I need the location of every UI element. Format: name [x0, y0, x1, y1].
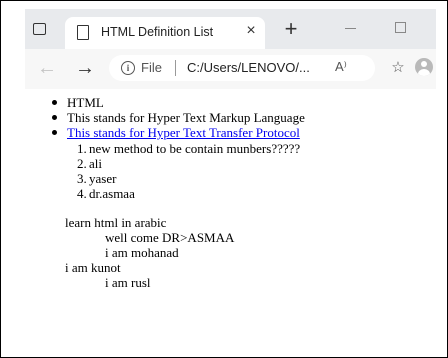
- avatar-body: [418, 69, 430, 76]
- bullet-icon: [52, 115, 57, 120]
- list-item: HTML: [25, 95, 305, 110]
- file-label: File: [141, 60, 162, 75]
- list-item: This stands for Hyper Text Transfer Prot…: [25, 125, 305, 140]
- numbered-list: 1. new method to be contain munbers?????…: [25, 141, 300, 201]
- new-tab-icon[interactable]: +: [281, 18, 301, 40]
- page-icon: [77, 25, 89, 40]
- page-content: HTML This stands for Hyper Text Markup L…: [25, 89, 436, 349]
- list-item-text: dr.asmaa: [89, 186, 135, 201]
- back-arrow-icon[interactable]: ←: [37, 58, 57, 78]
- info-icon[interactable]: i: [121, 61, 135, 75]
- list-item-text: HTML: [67, 95, 104, 110]
- tab-actions-icon[interactable]: [33, 23, 46, 35]
- read-aloud-icon[interactable]: A⁾: [335, 59, 347, 75]
- definition-term: learn html in arabic: [65, 215, 167, 230]
- address-separator: [175, 60, 176, 76]
- list-number: 4.: [77, 186, 87, 201]
- bullet-icon: [52, 130, 57, 135]
- list-item: 1. new method to be contain munbers?????: [25, 141, 300, 156]
- url-text[interactable]: C:/Users/LENOVO/...: [187, 60, 310, 75]
- avatar-head: [421, 61, 427, 67]
- definition-list: learn html in arabic well come DR>ASMAA …: [25, 215, 234, 290]
- close-tab-icon[interactable]: ×: [243, 22, 259, 40]
- list-item: This stands for Hyper Text Markup Langua…: [25, 110, 305, 125]
- definition-term: i am kunot: [65, 260, 121, 275]
- bulleted-list: HTML This stands for Hyper Text Markup L…: [25, 95, 305, 140]
- list-item: 2. ali: [25, 156, 300, 171]
- list-item: 4. dr.asmaa: [25, 186, 300, 201]
- definition-description: i am mohanad: [105, 245, 179, 260]
- tab-title: HTML Definition List: [101, 25, 214, 39]
- address-bar[interactable]: i File C:/Users/LENOVO/... A⁾: [109, 55, 375, 81]
- screenshot-frame: HTML Definition List × + ← → i File C:/U…: [0, 0, 448, 358]
- definition-description: well come DR>ASMAA: [105, 230, 235, 245]
- list-item-text: yaser: [89, 171, 117, 186]
- maximize-icon[interactable]: [395, 22, 406, 33]
- list-item-text: ali: [89, 156, 102, 171]
- list-item-text: new method to be contain munbers?????: [89, 141, 301, 156]
- minimize-icon[interactable]: [345, 28, 356, 29]
- http-link[interactable]: This stands for Hyper Text Transfer Prot…: [67, 125, 300, 140]
- profile-avatar-icon[interactable]: [415, 58, 433, 76]
- list-item-text: This stands for Hyper Text Markup Langua…: [67, 110, 305, 125]
- browser-window: HTML Definition List × + ← → i File C:/U…: [25, 9, 436, 90]
- list-number: 1.: [77, 141, 87, 156]
- list-number: 2.: [77, 156, 87, 171]
- list-number: 3.: [77, 171, 87, 186]
- list-item: 3. yaser: [25, 171, 300, 186]
- bullet-icon: [52, 100, 57, 105]
- forward-arrow-icon[interactable]: →: [75, 58, 95, 78]
- definition-description: i am rusl: [105, 275, 151, 290]
- title-bar: HTML Definition List × +: [25, 9, 436, 49]
- favorites-icon[interactable]: ☆: [389, 59, 407, 77]
- tab-html-definition-list[interactable]: HTML Definition List ×: [65, 17, 265, 49]
- navigation-toolbar: ← → i File C:/Users/LENOVO/... A⁾ ☆: [25, 49, 436, 90]
